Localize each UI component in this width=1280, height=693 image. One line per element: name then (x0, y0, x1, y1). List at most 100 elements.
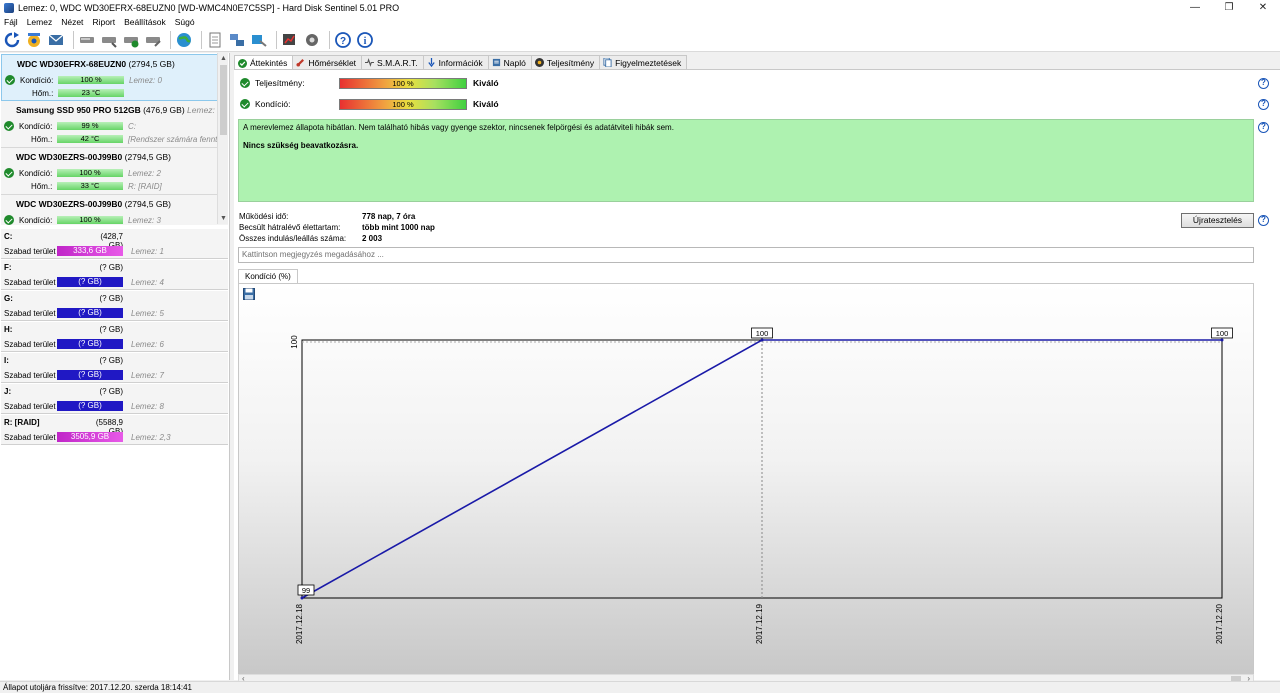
disk-item[interactable]: WDC WD30EZRS-00J99B0 (2794,5 GB) Kondíci… (1, 148, 228, 195)
free-space-bar: 333,6 GB (57, 246, 123, 256)
close-button[interactable]: ✕ (1246, 0, 1280, 15)
volume-item[interactable]: C: (428,7 GB) Szabad terület 333,6 GB Le… (1, 228, 228, 259)
free-space-label: Szabad terület (4, 433, 56, 442)
volume-name: G: (4, 294, 13, 303)
disk-item[interactable]: Samsung SSD 950 PRO 512GB (476,9 GB) Lem… (1, 101, 228, 148)
report-icon[interactable] (281, 31, 299, 49)
performance-bar: 100 % (339, 77, 467, 89)
performance-label: Teljesítmény: (255, 78, 305, 88)
hdd-check-icon[interactable] (122, 31, 140, 49)
scroll-up-icon[interactable]: ▲ (218, 53, 229, 64)
x-tick-label: 2017.12.19 (755, 603, 764, 644)
help-icon[interactable]: ? (1258, 215, 1269, 226)
data-label: 100 (1216, 329, 1229, 338)
scroll-thumb[interactable] (220, 65, 227, 135)
performance-rating: Kiváló (473, 78, 499, 88)
volume-name: J: (4, 387, 12, 396)
disk-list-scrollbar[interactable]: ▲ ▼ (217, 53, 228, 224)
tab-overview[interactable]: Áttekintés (234, 55, 294, 70)
volume-item[interactable]: F: (? GB) Szabad terület (? GB) Lemez: 4 (1, 259, 228, 290)
minimize-button[interactable]: — (1178, 0, 1212, 15)
temp-bar: 33 °C (57, 182, 123, 190)
temp-label: Hőm.: (31, 135, 53, 144)
help-icon[interactable]: ? (1258, 78, 1269, 89)
hdd-tools-icon[interactable] (144, 31, 162, 49)
info-icon[interactable]: i (356, 31, 374, 49)
windows-icon[interactable] (250, 31, 268, 49)
info-icon (427, 58, 436, 68)
tab-log[interactable]: Napló (487, 55, 532, 69)
scroll-down-icon[interactable]: ▼ (218, 213, 229, 224)
smart-icon (365, 58, 375, 67)
free-space-bar: (? GB) (57, 339, 123, 349)
help-icon[interactable]: ? (1258, 122, 1269, 133)
network-icon[interactable] (228, 31, 246, 49)
startstop-value: 2 003 (362, 234, 383, 243)
tab-performance[interactable]: Teljesítmény (530, 55, 601, 69)
hdd-arrow-icon[interactable] (100, 31, 118, 49)
data-point (1220, 338, 1224, 342)
free-space-bar: (? GB) (57, 308, 123, 318)
status-message-box: A merevlemez állapota hibátlan. Nem talá… (238, 119, 1254, 202)
email-icon[interactable] (47, 31, 65, 49)
tab-smart[interactable]: S.M.A.R.T. (361, 55, 424, 69)
drive-letter: C: (128, 122, 136, 131)
temp-bar: 42 °C (57, 135, 123, 143)
help-icon[interactable]: ? (1258, 99, 1269, 110)
health-label: Kondíció: (19, 216, 53, 225)
document-icon[interactable] (206, 31, 224, 49)
refresh-icon[interactable] (3, 31, 21, 49)
volume-disk: Lemez: 1 (131, 247, 164, 256)
check-icon (4, 215, 14, 225)
hdd-icon[interactable] (78, 31, 96, 49)
menu-view[interactable]: Nézet (61, 17, 83, 27)
title-bar: Lemez: 0, WDC WD30EFRX-68EUZN0 [WD-WMC4N… (0, 0, 1280, 15)
help-icon[interactable]: ? (334, 31, 352, 49)
volume-item[interactable]: G: (? GB) Szabad terület (? GB) Lemez: 5 (1, 290, 228, 321)
toolbar-separator (201, 30, 202, 49)
volume-disk: Lemez: 4 (131, 278, 164, 287)
partition-info: [Rendszer számára fennt (128, 135, 218, 144)
tab-information[interactable]: Információk (422, 55, 489, 69)
tab-warnings[interactable]: Figyelmeztetések (599, 55, 688, 69)
temp-bar: 23 °C (58, 89, 124, 97)
svg-text:i: i (364, 36, 367, 47)
health-bar: 100 % (57, 216, 123, 224)
volume-item[interactable]: I: (? GB) Szabad terület (? GB) Lemez: 7 (1, 352, 228, 383)
volume-item[interactable]: H: (? GB) Szabad terület (? GB) Lemez: 6 (1, 321, 228, 352)
menu-disk[interactable]: Lemez (27, 17, 53, 27)
restore-button[interactable]: ❐ (1212, 0, 1246, 15)
right-panel: Áttekintés Hőmérséklet S.M.A.R.T. Inform… (234, 53, 1280, 684)
disk-item[interactable]: WDC WD30EZRS-00J99B0 (2794,5 GB) Kondíci… (1, 195, 228, 225)
globe-icon[interactable] (175, 31, 193, 49)
tab-temperature[interactable]: Hőmérséklet (292, 55, 363, 69)
free-space-label: Szabad terület (4, 402, 56, 411)
settings-icon[interactable] (303, 31, 321, 49)
menu-file[interactable]: Fájl (4, 17, 18, 27)
volume-name: R: [RAID] (4, 418, 40, 427)
disk-name: WDC WD30EZRS-00J99B0 (2794,5 GB) (16, 152, 171, 162)
free-space-bar: (? GB) (57, 370, 123, 380)
note-input[interactable]: Kattintson megjegyzés megadásához ... (238, 247, 1254, 263)
tab-health-chart[interactable]: Kondíció (%) (238, 269, 298, 283)
menu-settings[interactable]: Beállítások (124, 17, 166, 27)
health-bar: 100 % (57, 169, 123, 177)
retest-button[interactable]: Újratesztelés (1181, 213, 1254, 228)
toolbar-separator (329, 30, 330, 49)
menu-help[interactable]: Súgó (175, 17, 195, 27)
health-rating: Kiváló (473, 99, 499, 109)
volume-name: F: (4, 263, 12, 272)
check-icon (5, 75, 15, 85)
health-chart: 100 99 2017.12.18 100 2017.12.19 100 2017.12.2… (238, 283, 1254, 674)
volume-name: H: (4, 325, 13, 334)
volume-disk: Lemez: 5 (131, 309, 164, 318)
health-bar: 100 % (339, 98, 467, 110)
volume-item[interactable]: R: [RAID] (5588,9 GB) Szabad terület 350… (1, 414, 228, 445)
disk-info-icon[interactable] (25, 31, 43, 49)
volume-name: C: (4, 232, 13, 241)
free-space-bar: (? GB) (57, 277, 123, 287)
menu-report[interactable]: Riport (92, 17, 115, 27)
disk-item[interactable]: WDC WD30EFRX-68EUZN0 (2794,5 GB) Kondíci… (1, 54, 228, 101)
volume-item[interactable]: J: (? GB) Szabad terület (? GB) Lemez: 8 (1, 383, 228, 414)
status-message: A merevlemez állapota hibátlan. Nem talá… (243, 123, 674, 132)
